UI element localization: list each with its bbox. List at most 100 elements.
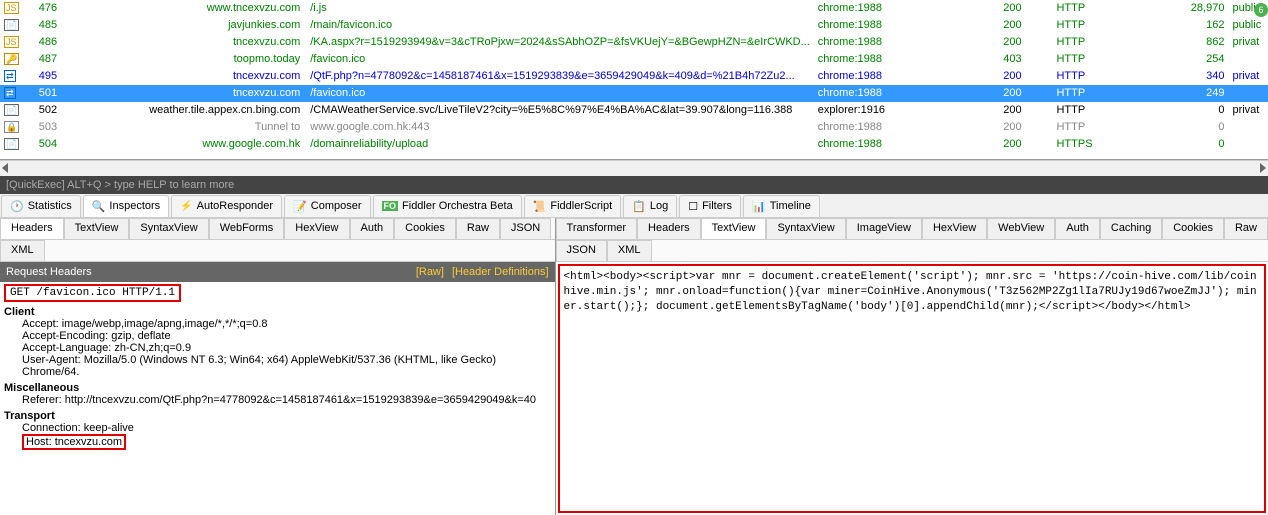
session-process: chrome:1988	[814, 51, 999, 68]
raw-link[interactable]: [Raw]	[416, 266, 444, 278]
row-icon: 📄	[0, 102, 23, 119]
table-row[interactable]: JS486tncexvzu.com/KA.aspx?r=1519293949&v…	[0, 34, 1268, 51]
session-cache	[1228, 85, 1268, 102]
subtab-auth[interactable]: Auth	[350, 218, 395, 239]
subtab-resp-caching[interactable]: Caching	[1100, 218, 1162, 239]
session-result: 200	[999, 102, 1052, 119]
row-icon: JS	[0, 0, 23, 17]
table-row[interactable]: 🔒503Tunnel towww.google.com.hk:443chrome…	[0, 119, 1268, 136]
table-row[interactable]: JS476www.tncexvzu.com/i.jschrome:1988200…	[0, 0, 1268, 17]
edit-icon: 📝	[293, 200, 307, 213]
session-url: /favicon.ico	[306, 85, 814, 102]
session-result: 200	[999, 119, 1052, 136]
session-host: javjunkies.com	[61, 17, 306, 34]
session-result: 200	[999, 136, 1052, 153]
tab-autoresponder[interactable]: ⚡AutoResponder	[171, 195, 282, 217]
session-host: Tunnel to	[61, 119, 306, 136]
row-icon: 📄	[0, 136, 23, 153]
subtab-resp-hexview[interactable]: HexView	[922, 218, 987, 239]
lightning-icon: ⚡	[180, 201, 192, 212]
subtab-resp-auth[interactable]: Auth	[1055, 218, 1100, 239]
subtab-resp-imageview[interactable]: ImageView	[846, 218, 922, 239]
session-url: /i.js	[306, 0, 814, 17]
quickexec-bar[interactable]: [QuickExec] ALT+Q > type HELP to learn m…	[0, 176, 1268, 194]
request-headers-body[interactable]: GET /favicon.ico HTTP/1.1 ClientAccept: …	[0, 282, 555, 515]
filter-icon: ☐	[688, 200, 698, 213]
tab-inspectors[interactable]: 🔍Inspectors	[83, 195, 169, 217]
session-cache	[1228, 136, 1268, 153]
tab-log[interactable]: 📋Log	[623, 195, 677, 217]
sessions-table: JS476www.tncexvzu.com/i.jschrome:1988200…	[0, 0, 1268, 153]
session-process: chrome:1988	[814, 119, 999, 136]
session-result: 200	[999, 85, 1052, 102]
stats-icon: 🕐	[10, 200, 24, 213]
session-protocol: HTTP	[1052, 85, 1178, 102]
response-textview[interactable]: <html><body><script>var mnr = document.c…	[558, 264, 1266, 513]
subtab-resp-headers[interactable]: Headers	[637, 218, 701, 239]
horizontal-scrollbar[interactable]	[0, 160, 1268, 176]
table-row[interactable]: 📄502weather.tile.appex.cn.bing.com/CMAWe…	[0, 102, 1268, 119]
main-tabs-row: 🕐Statistics 🔍Inspectors ⚡AutoResponder 📝…	[0, 194, 1268, 218]
subtab-resp-raw[interactable]: Raw	[1224, 218, 1268, 239]
header-line: Accept-Language: zh-CN,zh;q=0.9	[4, 342, 551, 354]
header-definitions-link[interactable]: [Header Definitions]	[452, 266, 549, 278]
table-row[interactable]: ⇄495tncexvzu.com/QtF.php?n=4778092&c=145…	[0, 68, 1268, 85]
subtab-resp-cookies[interactable]: Cookies	[1162, 218, 1224, 239]
session-url: /KA.aspx?r=1519293949&v=3&cTRoPjxw=2024&…	[306, 34, 814, 51]
log-icon: 📋	[632, 200, 646, 213]
subtab-syntaxview[interactable]: SyntaxView	[129, 218, 208, 239]
subtab-xml-left[interactable]: XML	[0, 240, 45, 261]
subtab-textview[interactable]: TextView	[64, 218, 130, 239]
response-subtabs: TransformerHeadersTextViewSyntaxViewImag…	[556, 218, 1268, 240]
tab-filters[interactable]: ☐Filters	[679, 195, 741, 217]
session-size: 249	[1178, 85, 1228, 102]
header-line: User-Agent: Mozilla/5.0 (Windows NT 6.3;…	[4, 354, 551, 378]
subtab-resp-transformer[interactable]: Transformer	[556, 218, 638, 239]
session-size: 162	[1178, 17, 1228, 34]
subtab-resp-syntaxview[interactable]: SyntaxView	[766, 218, 845, 239]
session-process: chrome:1988	[814, 136, 999, 153]
session-host: toopmo.today	[61, 51, 306, 68]
subtab-headers[interactable]: Headers	[0, 218, 64, 239]
session-host: tncexvzu.com	[61, 34, 306, 51]
tab-timeline[interactable]: 📊Timeline	[743, 195, 820, 217]
session-size: 0	[1178, 136, 1228, 153]
session-url: /favicon.ico	[306, 51, 814, 68]
session-cache: privat	[1228, 34, 1268, 51]
tab-composer[interactable]: 📝Composer	[284, 195, 370, 217]
session-size: 0	[1178, 119, 1228, 136]
request-pane: HeadersTextViewSyntaxViewWebFormsHexView…	[0, 218, 556, 515]
session-host: www.tncexvzu.com	[61, 0, 306, 17]
session-result: 403	[999, 51, 1052, 68]
header-line: Accept-Encoding: gzip, deflate	[4, 330, 551, 342]
session-url: /CMAWeatherService.svc/LiveTileV2?city=%…	[306, 102, 814, 119]
subtab-raw[interactable]: Raw	[456, 218, 500, 239]
session-process: chrome:1988	[814, 34, 999, 51]
subtab-webforms[interactable]: WebForms	[209, 218, 285, 239]
subtab-xml-right[interactable]: XML	[607, 240, 652, 261]
subtab-json-right[interactable]: JSON	[556, 240, 607, 261]
table-row[interactable]: 📄485javjunkies.com/main/favicon.icochrom…	[0, 17, 1268, 34]
sessions-grid[interactable]: JS476www.tncexvzu.com/i.jschrome:1988200…	[0, 0, 1268, 160]
subtab-cookies[interactable]: Cookies	[394, 218, 456, 239]
subtab-resp-webview[interactable]: WebView	[987, 218, 1055, 239]
subtab-hexview[interactable]: HexView	[284, 218, 349, 239]
session-protocol: HTTP	[1052, 68, 1178, 85]
badge-notify: 6	[1254, 3, 1268, 17]
session-protocol: HTTP	[1052, 102, 1178, 119]
host-header: Host: tncexvzu.com	[22, 434, 126, 450]
subtab-json[interactable]: JSON	[500, 218, 551, 239]
tab-orchestra[interactable]: FOFiddler Orchestra Beta	[373, 195, 522, 217]
tab-fiddlerscript[interactable]: 📜FiddlerScript	[524, 195, 621, 217]
timeline-icon: 📊	[752, 200, 766, 213]
session-url: www.google.com.hk:443	[306, 119, 814, 136]
session-cache: public	[1228, 17, 1268, 34]
table-row[interactable]: ⇄501tncexvzu.com/favicon.icochrome:19882…	[0, 85, 1268, 102]
table-row[interactable]: 🔑487toopmo.today/favicon.icochrome:19884…	[0, 51, 1268, 68]
subtab-resp-textview[interactable]: TextView	[701, 218, 767, 239]
tab-statistics[interactable]: 🕐Statistics	[1, 195, 81, 217]
table-row[interactable]: 📄504www.google.com.hk/domainreliability/…	[0, 136, 1268, 153]
session-cache: privat	[1228, 68, 1268, 85]
session-protocol: HTTP	[1052, 119, 1178, 136]
session-protocol: HTTP	[1052, 34, 1178, 51]
